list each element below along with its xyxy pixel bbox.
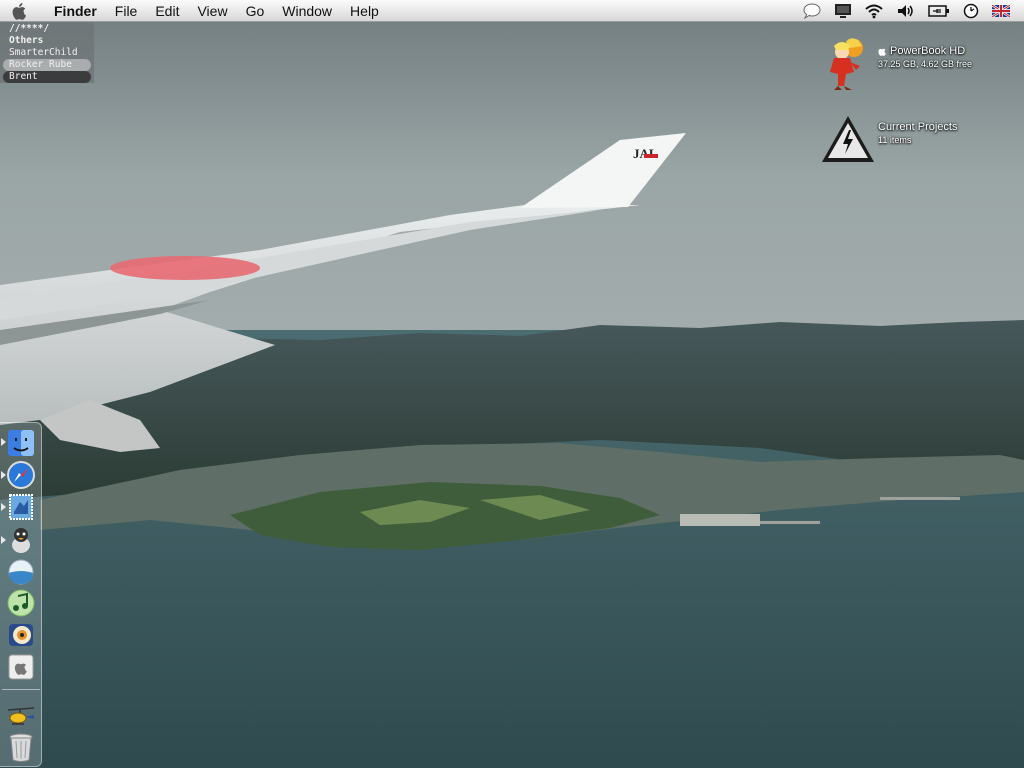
buddy-smarterchild[interactable]: SmarterChild [3,47,91,59]
dock-safari[interactable] [5,459,37,491]
warning-sign-icon [822,116,874,162]
menu-extras [796,0,1024,22]
duck-icon [12,528,30,553]
dock [0,422,42,767]
safari-compass-icon [7,461,35,489]
music-note-icon [7,589,35,617]
dock-blue-sphere[interactable] [5,556,37,588]
dock-divider [2,689,40,690]
apple-small-icon [878,48,886,56]
volume-icon[interactable] [896,0,916,22]
buddy-group-header[interactable]: //****/ [3,23,91,35]
drive-icon-powerbook-hd[interactable]: PowerBook HD 37.25 GB, 4.62 GB free [820,36,972,92]
folder-name: Current Projects [878,121,958,133]
buddy-brent[interactable]: Brent [3,71,91,83]
drive-name: PowerBook HD [890,45,966,57]
drive-info: 37.25 GB, 4.62 GB free [878,59,973,69]
wing-logo: JAL [633,146,658,161]
buddy-rocker-rube[interactable]: Rocker Rube [3,59,91,71]
wifi-icon[interactable] [864,0,884,22]
battery-icon[interactable] [928,0,950,22]
mail-stamp-icon [9,494,33,520]
buddy-group-others[interactable]: Others [3,35,91,47]
speech-bubble-icon[interactable] [802,0,822,22]
dock-finder[interactable] [5,427,37,459]
folder-info: 11 items [878,135,912,145]
dock-speaker-app[interactable] [5,619,37,651]
hinomaru [110,256,260,280]
menu-help[interactable]: Help [341,0,388,22]
menu-bar: Finder File Edit View Go Window Help [0,0,1024,22]
speaker-eye-icon [9,624,33,646]
character-drive-icon [830,38,863,90]
dock-mail[interactable] [5,491,37,523]
dock-helicopter-app[interactable] [5,701,37,733]
folder-icon-current-projects[interactable]: Current Projects 11 items [820,112,957,168]
menu-file[interactable]: File [106,0,147,22]
menu-finder[interactable]: Finder [40,0,106,22]
blue-sphere-icon [8,559,34,585]
display-icon[interactable] [834,0,852,22]
menu-window[interactable]: Window [273,0,341,22]
clock-icon[interactable] [962,0,980,22]
apple-menu[interactable] [0,0,40,22]
trash-icon [9,733,33,762]
uk-flag-icon[interactable] [992,0,1010,22]
helicopter-icon [7,707,35,725]
apple-icon [12,2,26,20]
dock-adium[interactable] [5,524,37,556]
apple-tile-icon [8,654,34,680]
dock-itunes[interactable] [5,587,37,619]
menu-view[interactable]: View [188,0,236,22]
menu-go[interactable]: Go [237,0,274,22]
buddy-list: //****/ Others SmarterChild Rocker Rube … [0,22,94,83]
finder-icon [8,430,34,456]
dock-trash[interactable] [5,731,37,763]
dock-about-mac[interactable] [5,651,37,683]
menu-edit[interactable]: Edit [146,0,188,22]
